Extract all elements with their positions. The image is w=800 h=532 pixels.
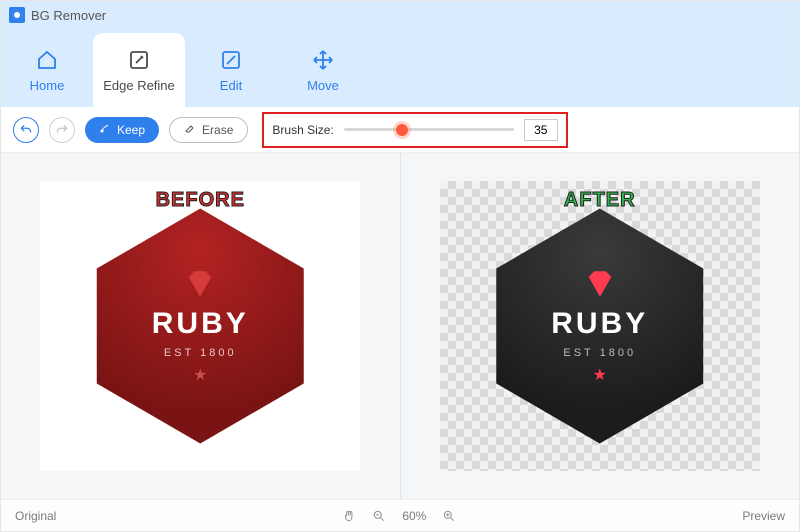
after-canvas[interactable]: AFTER RUBY EST 1800 ★ <box>440 181 760 471</box>
toolbar: Keep Erase Brush Size: <box>1 107 799 153</box>
badge-after: RUBY EST 1800 ★ <box>485 201 715 451</box>
zoom-out-icon[interactable] <box>372 509 386 523</box>
erase-label: Erase <box>202 123 233 137</box>
preview-label[interactable]: Preview <box>742 509 785 523</box>
before-canvas[interactable]: BEFORE RUBY EST 1800 ★ <box>40 181 360 471</box>
footer-tools: 60% <box>342 509 456 523</box>
eraser-icon <box>184 122 196 137</box>
tab-label: Edit <box>220 78 242 93</box>
brush-size-slider[interactable] <box>344 120 514 140</box>
tab-bar: Home Edge Refine Edit Move <box>1 29 799 107</box>
zoom-in-icon[interactable] <box>442 509 456 523</box>
tab-edge-refine[interactable]: Edge Refine <box>93 33 185 107</box>
star-icon: ★ <box>193 365 207 385</box>
hexagon-shape: RUBY EST 1800 ★ <box>85 201 315 451</box>
brush-size-input[interactable] <box>524 119 558 141</box>
tab-move[interactable]: Move <box>277 33 369 107</box>
original-label[interactable]: Original <box>15 509 56 523</box>
badge-est: EST 1800 <box>563 347 636 359</box>
before-panel: BEFORE RUBY EST 1800 ★ <box>1 153 401 499</box>
app-title: BG Remover <box>31 8 106 23</box>
tab-home[interactable]: Home <box>1 33 93 107</box>
titlebar: BG Remover <box>1 1 799 29</box>
brush-keep-icon <box>99 122 111 137</box>
badge-est: EST 1800 <box>164 347 237 359</box>
tab-edit[interactable]: Edit <box>185 33 277 107</box>
redo-button[interactable] <box>49 117 75 143</box>
badge-before: RUBY EST 1800 ★ <box>85 201 315 451</box>
move-icon <box>311 48 335 72</box>
brush-size-highlight: Brush Size: <box>262 112 567 148</box>
star-icon: ★ <box>593 365 607 385</box>
edit-icon <box>219 48 243 72</box>
tab-label: Move <box>307 78 339 93</box>
gem-icon <box>583 267 617 301</box>
tab-label: Home <box>30 78 65 93</box>
edge-refine-icon <box>127 48 151 72</box>
hand-tool-icon[interactable] <box>342 509 356 523</box>
keep-button[interactable]: Keep <box>85 117 159 143</box>
badge-title: RUBY <box>551 307 648 341</box>
tab-label: Edge Refine <box>103 78 175 93</box>
brush-size-label: Brush Size: <box>272 123 333 137</box>
erase-button[interactable]: Erase <box>169 117 248 143</box>
slider-track <box>344 128 514 131</box>
keep-label: Keep <box>117 123 145 137</box>
content-area: BEFORE RUBY EST 1800 ★ AFTER <box>1 153 799 499</box>
hexagon-shape: RUBY EST 1800 ★ <box>485 201 715 451</box>
after-panel: AFTER RUBY EST 1800 ★ <box>401 153 800 499</box>
slider-thumb[interactable] <box>396 124 408 136</box>
undo-button[interactable] <box>13 117 39 143</box>
home-icon <box>35 48 59 72</box>
badge-title: RUBY <box>152 307 249 341</box>
app-window: BG Remover Home Edge Refine Edit Move <box>0 0 800 532</box>
gem-icon <box>183 267 217 301</box>
status-bar: Original 60% Preview <box>1 499 799 531</box>
zoom-level[interactable]: 60% <box>402 509 426 523</box>
app-logo-icon <box>9 7 25 23</box>
